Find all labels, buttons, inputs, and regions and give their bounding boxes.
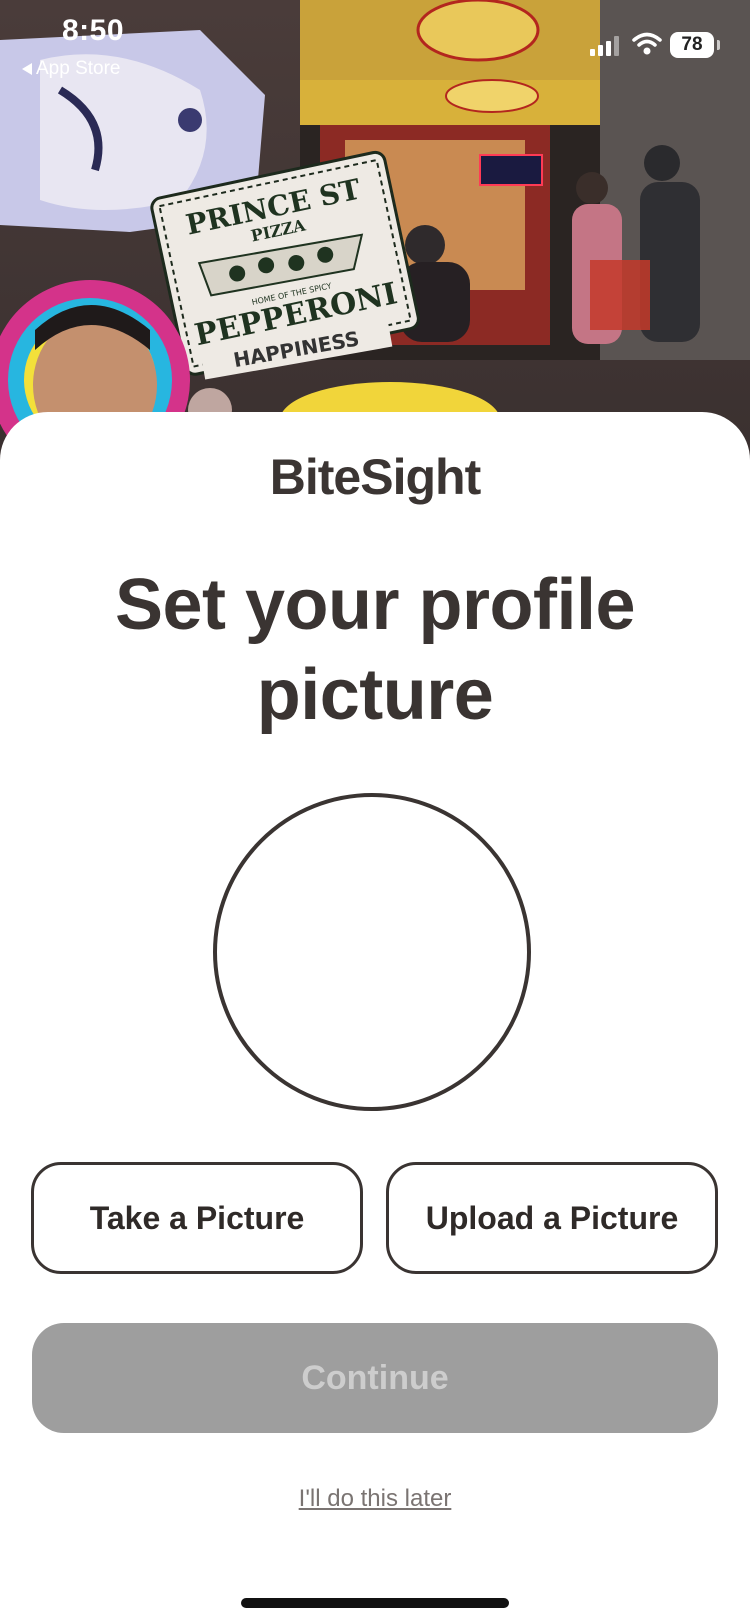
profile-picture-placeholder[interactable] xyxy=(213,793,531,1111)
status-bar: 8:50 App Store 78 xyxy=(0,0,750,90)
battery-icon: 78 xyxy=(670,32,720,58)
signal-icon xyxy=(590,36,619,56)
back-label: App Store xyxy=(36,58,121,79)
back-chevron-icon xyxy=(22,63,32,75)
brand-logo: BiteSight xyxy=(269,449,481,505)
back-to-app-store[interactable]: App Store xyxy=(22,58,121,80)
status-time: 8:50 xyxy=(62,14,125,47)
upload-picture-button[interactable]: Upload a Picture xyxy=(386,1162,718,1274)
home-indicator xyxy=(241,1598,509,1608)
continue-button[interactable]: Continue xyxy=(32,1323,718,1433)
page-title: Set your profile picture xyxy=(114,565,636,735)
wifi-icon xyxy=(632,32,662,55)
skip-link[interactable]: I'll do this later xyxy=(0,1485,750,1513)
onboarding-sheet: BiteSight Set your profile picture Take … xyxy=(0,412,750,1624)
take-picture-button[interactable]: Take a Picture xyxy=(31,1162,363,1274)
